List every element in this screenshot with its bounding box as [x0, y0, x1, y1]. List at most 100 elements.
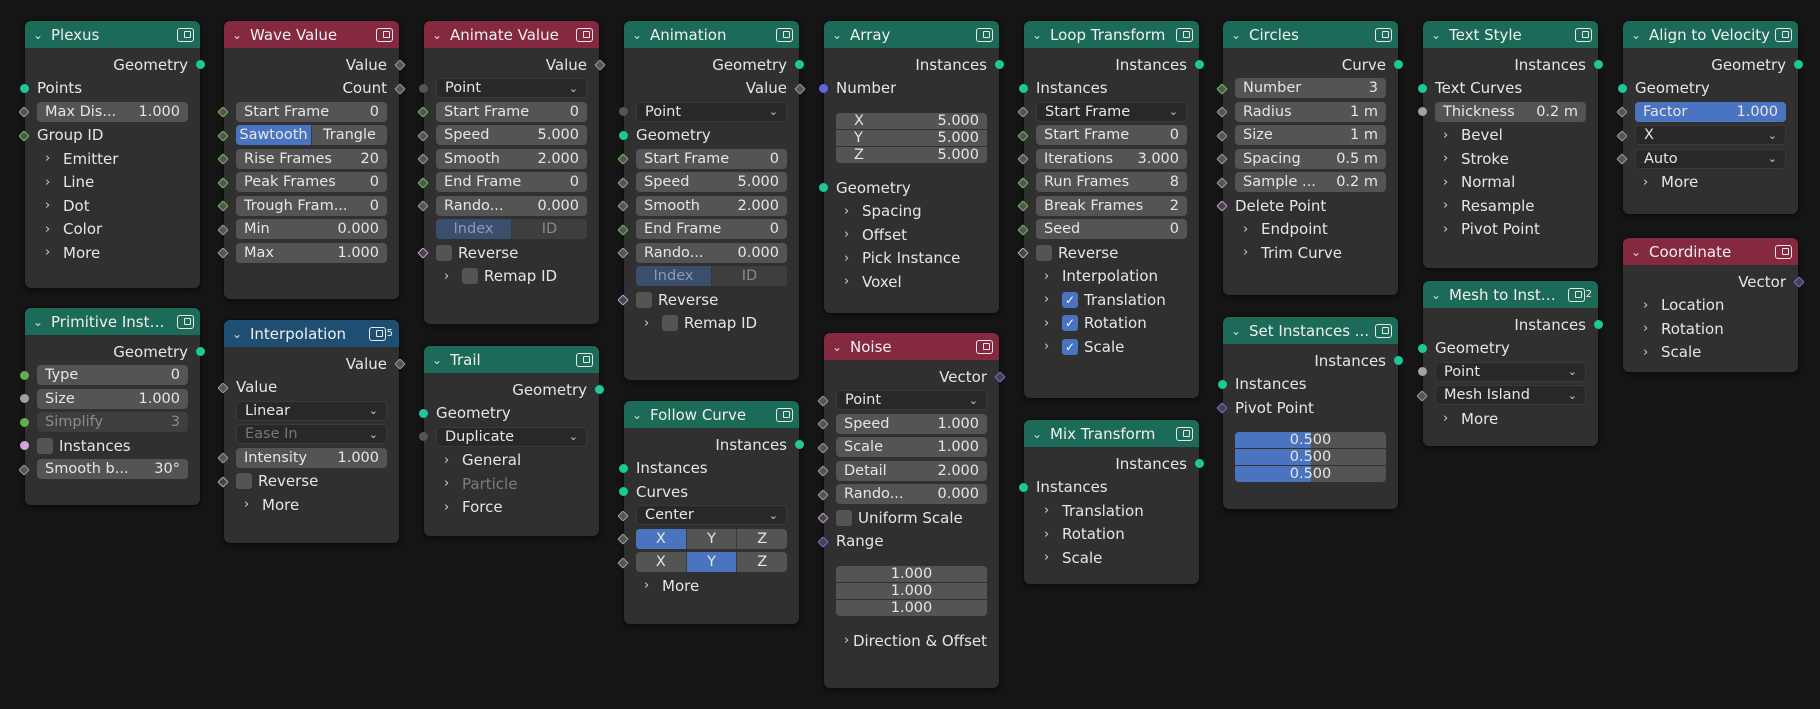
- instances-checkbox[interactable]: [37, 437, 53, 454]
- socket-output[interactable]: [594, 59, 606, 71]
- socket-input[interactable]: [617, 509, 629, 522]
- panel-rotation[interactable]: › Rotation: [1024, 523, 1199, 547]
- socket-output[interactable]: [1195, 60, 1204, 69]
- panel-rotation[interactable]: › ✓ Rotation: [1024, 312, 1199, 336]
- socket-output[interactable]: [795, 60, 804, 69]
- start-frame-field[interactable]: Start Frame 0: [1036, 125, 1187, 146]
- socket-input[interactable]: [1616, 106, 1628, 118]
- node-group-icon[interactable]: [976, 339, 993, 354]
- socket-output[interactable]: [196, 60, 205, 69]
- node-array[interactable]: ⌄ Array Instances Number X 5.000 Y 5.000 Z 5…: [819, 21, 1004, 313]
- island-dropdown[interactable]: Mesh Island ⌄: [1435, 385, 1586, 406]
- detail-field[interactable]: Detail 2.000: [836, 460, 987, 481]
- iterations-field[interactable]: Iterations 3.000: [1036, 148, 1187, 169]
- node-header[interactable]: ⌄ Follow Curve: [624, 401, 799, 428]
- socket-input[interactable]: [817, 394, 829, 407]
- interpolation-mode-dropdown[interactable]: Linear ⌄: [236, 400, 387, 421]
- axis-dropdown[interactable]: X ⌄: [1635, 125, 1786, 146]
- socket-input[interactable]: [1216, 129, 1228, 142]
- socket-output[interactable]: [1394, 356, 1403, 365]
- seed-field[interactable]: Seed 0: [1036, 219, 1187, 240]
- socket-input[interactable]: [617, 533, 629, 545]
- start-frame-field[interactable]: Start Frame 0: [436, 101, 587, 122]
- mode-sawtooth[interactable]: Sawtooth: [236, 125, 312, 146]
- intensity-field[interactable]: Intensity 1.000: [236, 447, 387, 468]
- node-group-icon[interactable]: [376, 27, 393, 42]
- node-group-icon[interactable]: [177, 27, 194, 42]
- socket-input[interactable]: [417, 176, 429, 189]
- smooth-field[interactable]: Smooth 2.000: [436, 148, 587, 169]
- option-index[interactable]: Index: [636, 266, 712, 287]
- panel-pivot-point[interactable]: › Pivot Point: [1423, 218, 1598, 242]
- socket-input[interactable]: [617, 176, 629, 189]
- socket-output[interactable]: [394, 358, 406, 370]
- chevron-down-icon[interactable]: ⌄: [832, 340, 846, 354]
- socket-output[interactable]: [1794, 60, 1803, 69]
- panel-remap[interactable]: › Remap ID: [624, 312, 799, 336]
- panel-spacing[interactable]: › Spacing: [824, 200, 999, 224]
- socket-input[interactable]: [1017, 223, 1029, 236]
- index-id-switch[interactable]: Index ID: [436, 219, 587, 240]
- node-group-icon[interactable]: [1176, 426, 1193, 441]
- socket-input[interactable]: [619, 130, 628, 140]
- node-group-icon[interactable]: [776, 407, 793, 422]
- socket-input[interactable]: [217, 200, 229, 212]
- chevron-down-icon[interactable]: ⌄: [1032, 28, 1046, 42]
- panel-endpoint[interactable]: › Endpoint: [1223, 218, 1398, 242]
- socket-input[interactable]: [1017, 153, 1029, 165]
- panel-color[interactable]: › Color: [25, 218, 200, 242]
- node-header[interactable]: ⌄ Animation: [624, 21, 799, 48]
- end-frame-field[interactable]: End Frame 0: [436, 172, 587, 193]
- panel-direction-offset[interactable]: › Direction & Offset: [824, 629, 999, 653]
- panel-translation[interactable]: › Translation: [1024, 499, 1199, 523]
- up-axis-switch[interactable]: XYZ: [636, 552, 787, 573]
- socket-output[interactable]: [1793, 276, 1805, 288]
- node-editor-canvas[interactable]: ⌄ Plexus Geometry Points Max Dis... 1.000 …: [0, 0, 1820, 709]
- panel-rotation[interactable]: › Rotation: [1623, 317, 1798, 341]
- node-header[interactable]: ⌄ Wave Value: [224, 21, 399, 48]
- node-header[interactable]: ⌄ Primitive Instan...: [25, 308, 200, 335]
- socket-input[interactable]: [217, 475, 229, 488]
- socket-input[interactable]: [20, 394, 29, 403]
- factor-slider[interactable]: Factor 1.000: [1635, 101, 1786, 122]
- reverse-checkbox[interactable]: [1036, 244, 1052, 261]
- socket-input[interactable]: [217, 129, 229, 142]
- node-header[interactable]: ⌄ Array: [824, 21, 999, 48]
- node-mesh-to-instance[interactable]: ⌄ Mesh to Instan... 2 Instances Geometry P…: [1416, 281, 1603, 446]
- uniform-scale-checkbox[interactable]: [836, 509, 852, 526]
- socket-input[interactable]: [1017, 247, 1029, 259]
- pivot-y-slider[interactable]: 0.500: [1235, 449, 1386, 465]
- chevron-down-icon[interactable]: ⌄: [1431, 288, 1445, 302]
- panel-offset[interactable]: › Offset: [824, 223, 999, 247]
- node-text-style[interactable]: ⌄ Text Style Instances Text Curves Thickn…: [1418, 21, 1603, 268]
- check-icon[interactable]: ✓: [1062, 291, 1078, 308]
- trail-mode-dropdown[interactable]: Duplicate ⌄: [436, 426, 587, 447]
- socket-input[interactable]: [619, 107, 628, 116]
- option-id[interactable]: ID: [512, 219, 587, 240]
- node-group-icon[interactable]: [976, 27, 993, 42]
- spacing-field[interactable]: Spacing 0.5 m: [1235, 148, 1386, 169]
- node-group-icon[interactable]: [1176, 27, 1193, 42]
- panel-particle[interactable]: › Particle: [424, 472, 599, 496]
- socket-output[interactable]: [995, 60, 1004, 69]
- range-z-field[interactable]: 1.000: [836, 599, 987, 616]
- node-header[interactable]: ⌄ Plexus: [25, 21, 200, 48]
- option-id[interactable]: ID: [712, 266, 787, 287]
- panel-scale[interactable]: › ✓ Scale: [1024, 335, 1199, 359]
- socket-input[interactable]: [1017, 129, 1029, 142]
- node-header[interactable]: ⌄ Mix Transform: [1024, 420, 1199, 447]
- check-icon[interactable]: ✓: [1062, 315, 1078, 332]
- socket-input[interactable]: [819, 83, 828, 93]
- socket-input[interactable]: [1017, 176, 1029, 189]
- end-frame-field[interactable]: End Frame 0: [636, 219, 787, 240]
- max-distance-field[interactable]: Max Dis... 1.000: [37, 101, 188, 122]
- node-header[interactable]: ⌄ Align to Velocity: [1623, 21, 1798, 48]
- speed-field[interactable]: Speed 5.000: [436, 125, 587, 146]
- node-animate-value[interactable]: ⌄ Animate Value Value Point ⌄ Start Frame 0…: [417, 21, 606, 324]
- number-y-field[interactable]: Y 5.000: [836, 129, 987, 146]
- node-group-icon[interactable]: [1775, 27, 1792, 42]
- panel-more[interactable]: › More: [1423, 407, 1598, 431]
- socket-input[interactable]: [817, 418, 829, 430]
- max-field[interactable]: Max 1.000: [236, 242, 387, 263]
- socket-input[interactable]: [417, 153, 429, 165]
